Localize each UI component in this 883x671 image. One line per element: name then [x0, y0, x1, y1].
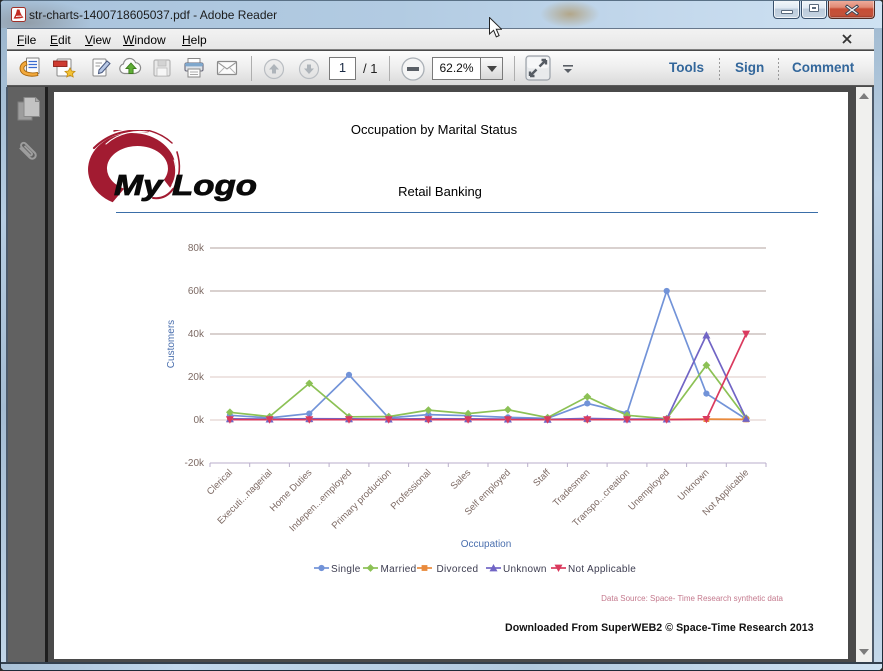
svg-text:20k: 20k	[188, 372, 205, 383]
svg-text:Professional: Professional	[389, 467, 434, 512]
svg-text:Unknown: Unknown	[676, 467, 712, 503]
svg-text:My Logo: My Logo	[114, 169, 257, 202]
svg-text:Clerical: Clerical	[205, 467, 235, 497]
svg-text:40k: 40k	[188, 329, 205, 340]
svg-text:Occupation: Occupation	[461, 539, 512, 550]
svg-text:Staff: Staff	[531, 467, 553, 489]
svg-text:Single: Single	[331, 564, 361, 575]
svg-text:Not Applicable: Not Applicable	[568, 564, 636, 575]
svg-text:60k: 60k	[188, 286, 205, 297]
svg-text:80k: 80k	[188, 243, 205, 254]
svg-text:0k: 0k	[193, 415, 205, 426]
svg-text:Unemployed: Unemployed	[626, 467, 671, 512]
svg-text:Married: Married	[381, 564, 417, 575]
svg-text:Sales: Sales	[449, 467, 474, 492]
svg-text:Customers: Customers	[166, 320, 177, 368]
svg-text:Unknown: Unknown	[503, 564, 547, 575]
svg-text:-20k: -20k	[185, 458, 205, 469]
svg-text:Tradesmen: Tradesmen	[551, 467, 593, 509]
svg-text:Divorced: Divorced	[437, 564, 479, 575]
